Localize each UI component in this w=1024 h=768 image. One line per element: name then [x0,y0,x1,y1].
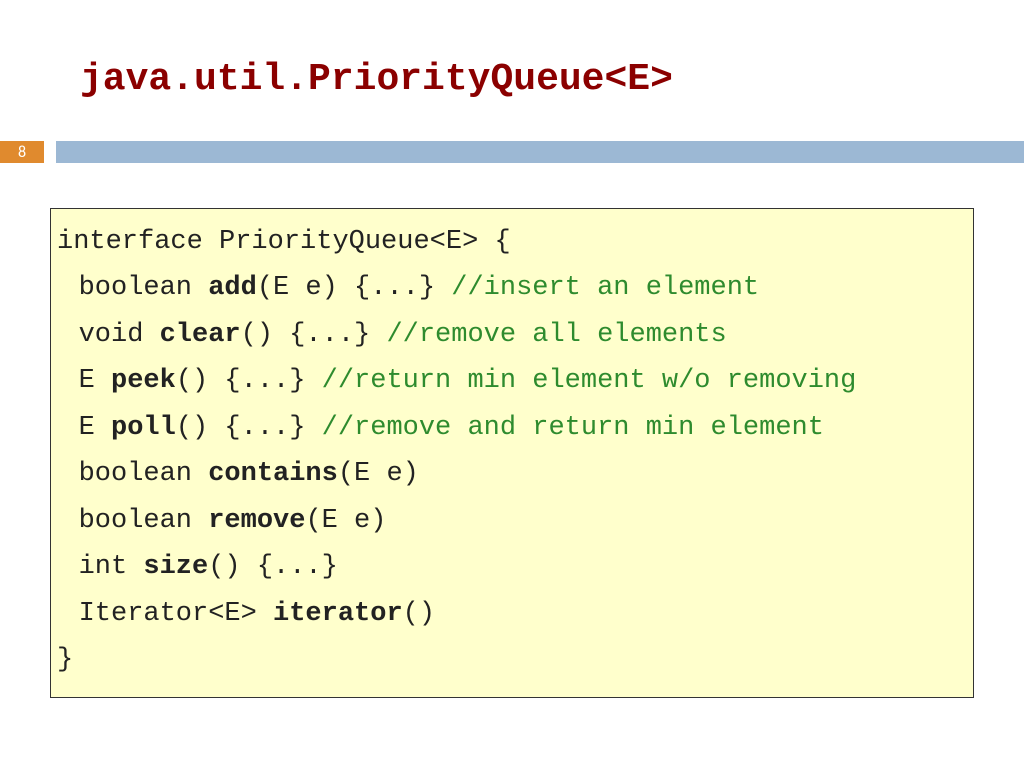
header-bar: 8 [0,141,1024,163]
code-text: () {...} [208,552,338,582]
code-text: Iterator<E> [79,599,273,629]
code-text: () [403,599,435,629]
code-text: () {...} [176,366,322,396]
method-name: add [208,273,257,303]
code-line: E poll() {...} //remove and return min e… [57,405,967,451]
method-name: peek [111,366,176,396]
code-text: E [79,366,111,396]
code-text: () {...} [241,320,387,350]
code-text: () {...} [176,413,322,443]
method-name: size [143,552,208,582]
code-line: } [57,637,967,683]
code-comment: //remove all elements [386,320,726,350]
method-name: contains [208,459,338,489]
code-text: (E e) [305,506,386,536]
code-text: int [79,552,144,582]
page-number-badge: 8 [0,141,44,163]
code-line: Iterator<E> iterator() [57,591,967,637]
code-line: boolean add(E e) {...} //insert an eleme… [57,265,967,311]
code-text: (E e) [338,459,419,489]
code-line: void clear() {...} //remove all elements [57,312,967,358]
code-text: interface PriorityQueue<E> { [57,227,511,257]
slide-title: java.util.PriorityQueue<E> [0,0,1024,101]
code-comment: //return min element w/o removing [322,366,857,396]
method-name: poll [111,413,176,443]
code-line: interface PriorityQueue<E> { [57,219,967,265]
code-text: E [79,413,111,443]
accent-bar [56,141,1024,163]
code-text: boolean [79,459,209,489]
code-text: boolean [79,506,209,536]
code-text: void [79,320,160,350]
code-line: boolean remove(E e) [57,498,967,544]
code-text: (E e) {...} [257,273,451,303]
method-name: remove [208,506,305,536]
method-name: iterator [273,599,403,629]
code-line: E peek() {...} //return min element w/o … [57,358,967,404]
code-text: } [57,645,73,675]
code-line: int size() {...} [57,544,967,590]
bar-gap [44,141,56,163]
code-line: boolean contains(E e) [57,451,967,497]
method-name: clear [160,320,241,350]
code-comment: //remove and return min element [322,413,824,443]
code-text: boolean [79,273,209,303]
code-block: interface PriorityQueue<E> { boolean add… [50,208,974,698]
code-comment: //insert an element [451,273,759,303]
